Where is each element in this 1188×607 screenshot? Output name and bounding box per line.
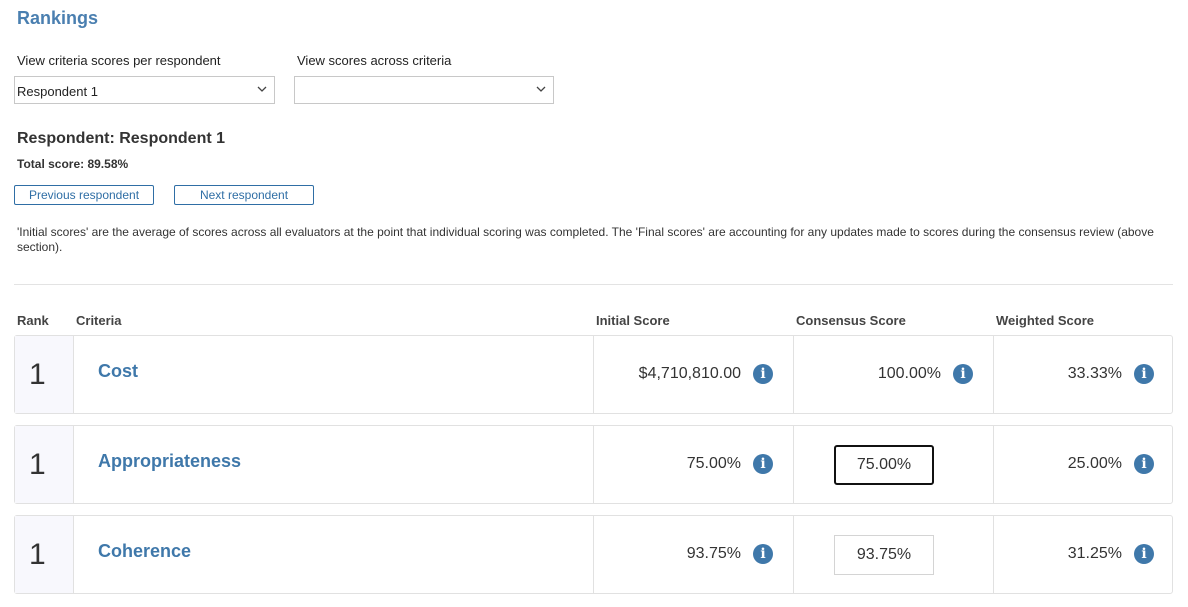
weighted-score-cell: 25.00% i bbox=[994, 426, 1174, 503]
header-rank: Rank bbox=[17, 313, 49, 328]
total-score: Total score: 89.58% bbox=[17, 157, 129, 171]
respondent-select-value: Respondent 1 bbox=[17, 84, 98, 99]
info-icon[interactable]: i bbox=[753, 544, 773, 564]
rank-cell: 1 bbox=[15, 336, 74, 413]
info-icon[interactable]: i bbox=[753, 454, 773, 474]
respondent-heading: Respondent: Respondent 1 bbox=[17, 130, 226, 147]
info-icon[interactable]: i bbox=[1134, 454, 1154, 474]
respondent-select[interactable]: Respondent 1 bbox=[14, 76, 275, 104]
rank-cell: 1 bbox=[15, 426, 74, 503]
divider bbox=[14, 284, 1173, 285]
rank-number: 1 bbox=[29, 538, 46, 571]
table-row: 1 Coherence 93.75% i 93.75% 31.25% i bbox=[14, 515, 1173, 594]
consensus-score-cell: 100.00% i bbox=[794, 336, 994, 413]
initial-score-value: $4,710,810.00 bbox=[638, 365, 741, 382]
initial-score-cell: 93.75% i bbox=[594, 516, 794, 593]
header-criteria: Criteria bbox=[76, 313, 122, 328]
scores-note: 'Initial scores' are the average of scor… bbox=[17, 225, 1154, 254]
header-consensus-score: Consensus Score bbox=[796, 313, 906, 328]
table-row: 1 Appropriateness 75.00% i 75.00% 25.00%… bbox=[14, 425, 1173, 504]
header-initial-score: Initial Score bbox=[596, 313, 670, 328]
weighted-score-value: 33.33% bbox=[1067, 365, 1122, 382]
weighted-score-cell: 31.25% i bbox=[994, 516, 1174, 593]
info-icon[interactable]: i bbox=[953, 364, 973, 384]
header-weighted-score: Weighted Score bbox=[996, 313, 1095, 328]
criteria-cell: Coherence bbox=[74, 516, 594, 593]
chevron-down-icon bbox=[257, 86, 267, 92]
consensus-score-input[interactable]: 93.75% bbox=[834, 535, 934, 575]
criteria-name: Cost bbox=[98, 361, 138, 381]
consensus-score-value: 100.00% bbox=[877, 365, 941, 382]
initial-score-value: 93.75% bbox=[686, 545, 741, 562]
table-row: 1 Cost $4,710,810.00 i 100.00% i 33.33% … bbox=[14, 335, 1173, 414]
next-respondent-button[interactable]: Next respondent bbox=[174, 185, 314, 205]
consensus-score-cell: 93.75% bbox=[794, 516, 994, 593]
info-icon[interactable]: i bbox=[1134, 364, 1154, 384]
weighted-score-value: 31.25% bbox=[1067, 545, 1122, 562]
consensus-score-input[interactable]: 75.00% bbox=[834, 445, 934, 485]
info-icon[interactable]: i bbox=[1134, 544, 1154, 564]
initial-score-cell: $4,710,810.00 i bbox=[594, 336, 794, 413]
criteria-name: Coherence bbox=[98, 541, 192, 561]
previous-respondent-button[interactable]: Previous respondent bbox=[14, 185, 154, 205]
weighted-score-cell: 33.33% i bbox=[994, 336, 1174, 413]
chevron-down-icon bbox=[536, 86, 546, 92]
across-criteria-label: View scores across criteria bbox=[297, 53, 452, 68]
consensus-score-cell: 75.00% bbox=[794, 426, 994, 503]
per-respondent-label: View criteria scores per respondent bbox=[17, 53, 221, 68]
rank-number: 1 bbox=[29, 448, 46, 481]
info-icon[interactable]: i bbox=[753, 364, 773, 384]
criteria-cell: Cost bbox=[74, 336, 594, 413]
rank-number: 1 bbox=[29, 358, 46, 391]
criteria-cell: Appropriateness bbox=[74, 426, 594, 503]
criteria-name: Appropriateness bbox=[98, 451, 242, 471]
initial-score-cell: 75.00% i bbox=[594, 426, 794, 503]
initial-score-value: 75.00% bbox=[686, 455, 741, 472]
weighted-score-value: 25.00% bbox=[1067, 455, 1122, 472]
criteria-select[interactable] bbox=[294, 76, 554, 104]
page-title: Rankings bbox=[17, 8, 99, 28]
rank-cell: 1 bbox=[15, 516, 74, 593]
